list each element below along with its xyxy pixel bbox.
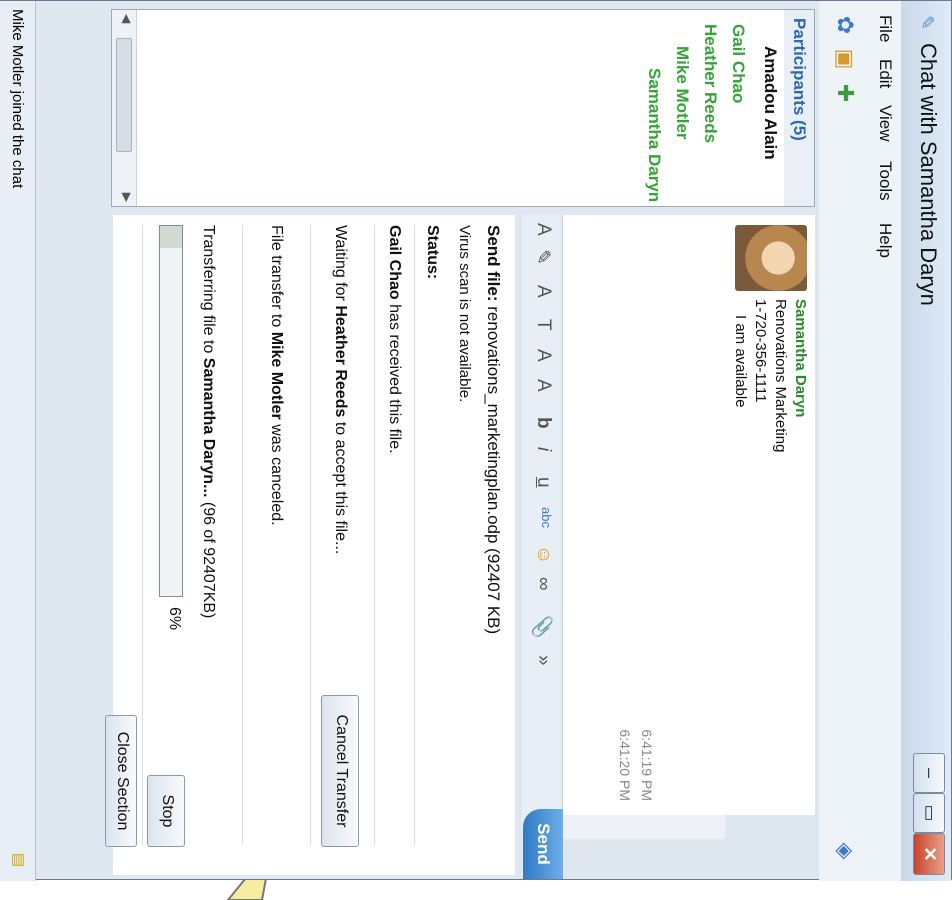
status-bar: Mike Motler joined the chat ▤	[0, 1, 36, 881]
participant-item[interactable]: Amadou Alain	[760, 46, 780, 160]
bold-button[interactable]: b	[532, 417, 554, 429]
transferring-prefix: Transferring file to	[200, 225, 217, 354]
menu-bar: File Edit View Tools Help	[869, 1, 901, 881]
note-icon[interactable]: ▤	[10, 853, 28, 867]
recipient-name: Samantha Daryn...	[200, 357, 217, 498]
menu-view[interactable]: View	[875, 105, 895, 142]
close-button[interactable]: ✕	[913, 833, 945, 875]
participant-item[interactable]: Heather Reeds	[700, 24, 720, 143]
contact-status: I am available	[732, 315, 749, 408]
progress-percent: 6%	[166, 607, 183, 631]
contacts-icon[interactable]: ▣	[831, 45, 859, 73]
participant-item[interactable]: Gail Chao	[728, 24, 748, 103]
waiting-prefix: Waiting for	[332, 225, 349, 301]
collapse-icon[interactable]: ◈	[831, 837, 859, 865]
file-transfer-section: Send file: renovations_marketingplan.odp…	[105, 215, 515, 875]
divider	[242, 225, 243, 845]
maximize-button[interactable]: ▭	[913, 793, 945, 833]
highlight-icon[interactable]: ✎	[531, 249, 554, 265]
participant-item[interactable]: Mike Motler	[672, 46, 692, 140]
waiting-suffix: to accept this file...	[332, 421, 349, 555]
participant-item[interactable]: Samantha Daryn	[644, 68, 664, 202]
progress-fill	[160, 226, 182, 249]
link-icon[interactable]: ∞	[532, 577, 554, 591]
file-name: renovations_marketingplan.odp (92407 KB)	[484, 306, 503, 635]
toolbar: ✿ ▣ ✚ ◈	[819, 1, 869, 881]
menu-help[interactable]: Help	[875, 223, 895, 258]
contact-header: Samantha Daryn Renovations Marketing 1-7…	[725, 215, 815, 815]
scroll-thumb[interactable]	[116, 38, 132, 152]
participants-panel: Participants (5) Amadou Alain Gail Chao …	[111, 9, 815, 207]
group-icon[interactable]: ✿	[831, 11, 859, 39]
divider	[310, 225, 311, 845]
status-text: Mike Motler joined the chat	[9, 9, 26, 189]
italic-button[interactable]: i	[532, 447, 554, 451]
menu-tools[interactable]: Tools	[875, 161, 895, 201]
cancel-transfer-button[interactable]: Cancel Transfer	[321, 695, 359, 847]
shrink-font-icon[interactable]: A	[532, 379, 554, 392]
minimize-button[interactable]: –	[913, 753, 945, 793]
chat-window: ✎ Chat with Samantha Daryn – ▭ ✕ File Ed…	[0, 0, 952, 881]
contact-name[interactable]: Samantha Daryn	[792, 299, 809, 417]
title-bar: ✎ Chat with Samantha Daryn – ▭ ✕	[901, 1, 951, 881]
spellcheck-icon[interactable]: abc	[539, 507, 554, 528]
underline-button[interactable]: u	[532, 477, 554, 488]
message-time: 6:41:19 PM	[639, 729, 655, 801]
history-scrollbar[interactable]	[563, 815, 725, 839]
attach-icon[interactable]: 📎	[530, 615, 554, 639]
divider	[142, 225, 143, 845]
recipient-name: Heather Reeds	[332, 305, 349, 418]
participants-scrollbar[interactable]: ◀ ▶	[112, 10, 137, 206]
menu-file[interactable]: File	[875, 15, 895, 42]
divider	[374, 225, 375, 845]
send-file-label: Send file:	[484, 225, 503, 302]
text-icon[interactable]: T	[532, 319, 554, 331]
avatar	[735, 225, 807, 291]
divider	[414, 225, 415, 845]
format-toolbar: A ✎ A T A A b i u abc ☺ ∞ 📎 »	[522, 215, 563, 875]
close-section-button[interactable]: Close Section	[105, 715, 137, 847]
participants-header: Participants (5)	[784, 10, 814, 206]
more-icon[interactable]: »	[532, 655, 554, 666]
message-time: 6:41:20 PM	[617, 729, 633, 801]
send-button[interactable]: Send	[523, 809, 563, 879]
grow-font-icon[interactable]: A	[532, 349, 554, 362]
virus-scan-text: Virus scan is not available.	[456, 225, 473, 403]
canceled-prefix: File transfer to	[268, 225, 285, 328]
font-color-icon[interactable]: A	[532, 223, 554, 236]
received-text: has received this file.	[386, 304, 403, 454]
add-participant-icon[interactable]: ✚	[831, 79, 859, 107]
scroll-left-icon[interactable]: ◀	[120, 14, 134, 23]
recipient-name: Mike Motler	[268, 331, 285, 420]
scroll-right-icon[interactable]: ▶	[120, 193, 134, 202]
chat-history: 6:41:19 PM 6:41:20 PM	[563, 215, 725, 815]
emoticon-icon[interactable]: ☺	[532, 545, 554, 564]
contact-company: Renovations Marketing	[772, 299, 789, 453]
chat-app-icon: ✎	[917, 15, 937, 31]
menu-edit[interactable]: Edit	[875, 59, 895, 88]
contact-phone: 1-720-356-1111	[752, 299, 769, 403]
status-label: Status:	[424, 225, 441, 280]
transfer-progress-bar	[159, 225, 183, 597]
window-title: Chat with Samantha Daryn	[916, 43, 941, 306]
font-icon[interactable]: A	[532, 285, 554, 298]
canceled-suffix: was canceled.	[268, 424, 285, 526]
recipient-name: Gail Chao	[386, 225, 403, 300]
transfer-size: (96 of 92407KB)	[200, 501, 217, 619]
stop-button[interactable]: Stop	[147, 775, 185, 847]
